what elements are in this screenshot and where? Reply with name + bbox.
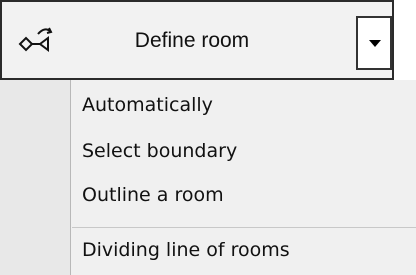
menu-item-dividing-line[interactable]: Dividing line of rooms: [82, 235, 290, 265]
menu-item-select-boundary[interactable]: Select boundary: [82, 136, 237, 166]
chevron-down-icon: [369, 40, 381, 47]
define-room-button[interactable]: Define room: [0, 0, 394, 80]
menu-item-automatically[interactable]: Automatically: [82, 90, 213, 120]
menu-gutter: [0, 80, 70, 275]
menu-gutter-divider: [70, 80, 71, 275]
menu-item-outline-room[interactable]: Outline a room: [82, 180, 224, 210]
menu-separator: [72, 227, 416, 228]
dropdown-toggle[interactable]: [356, 16, 392, 70]
define-room-label: Define room: [134, 29, 250, 52]
define-room-icon: [18, 24, 54, 58]
define-room-menu: Automatically Select boundary Outline a …: [0, 80, 416, 275]
